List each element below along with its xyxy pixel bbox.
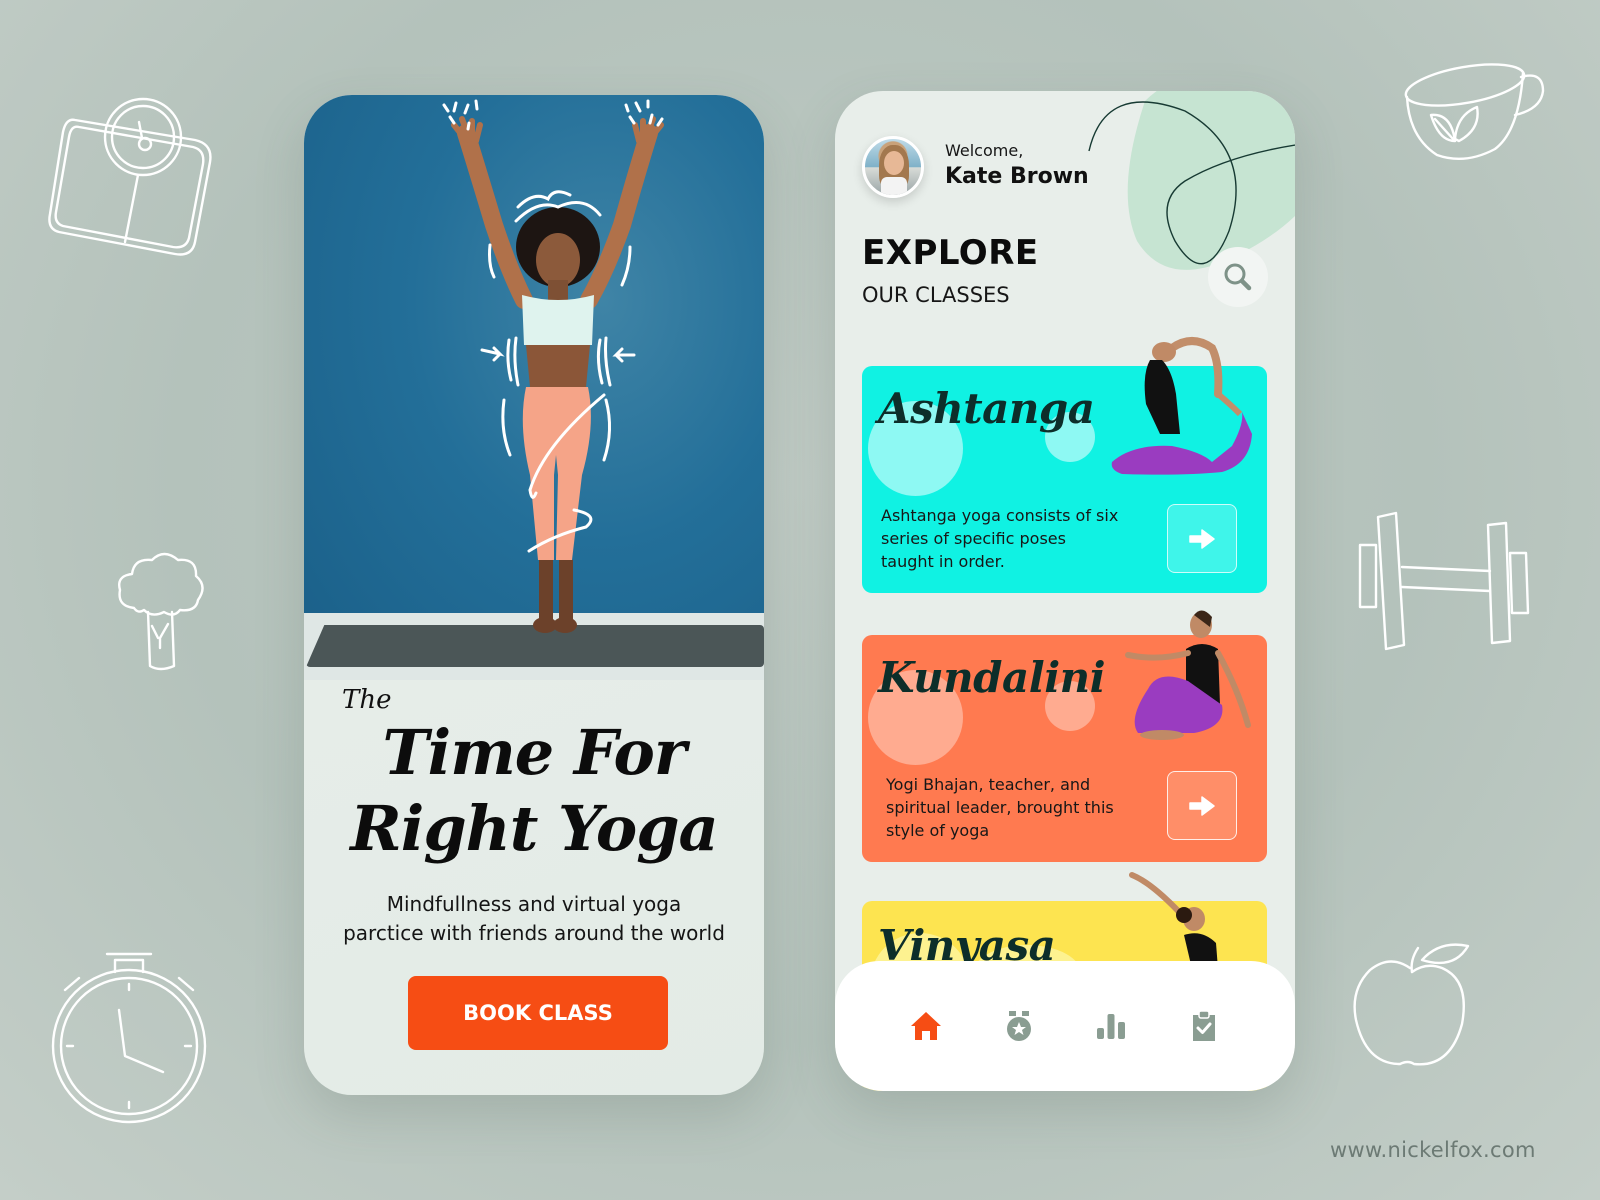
title-line-2: Right Yoga (350, 792, 718, 865)
dumbbell-icon (1350, 505, 1540, 653)
hero-photo (304, 95, 764, 680)
scale-icon (45, 92, 220, 257)
apple-icon (1350, 940, 1480, 1070)
nav-stats[interactable] (1091, 1006, 1131, 1046)
yoga-woman-illustration (442, 99, 664, 633)
search-icon (1224, 263, 1252, 291)
book-class-button[interactable]: BOOK CLASS (408, 976, 668, 1050)
broccoli-icon (112, 548, 207, 673)
page-title: EXPLORE (862, 233, 1039, 273)
tea-cup-icon (1395, 55, 1545, 165)
class-card-ashtanga[interactable]: Ashtanga Ashtanga yoga consists of six s… (862, 337, 1267, 593)
class-description: Ashtanga yoga consists of six series of … (881, 506, 1119, 571)
page-subtitle: OUR CLASSES (862, 283, 1010, 307)
medal-icon (1006, 1011, 1031, 1041)
tagline-line-1: Mindfullness and virtual yoga (386, 892, 682, 916)
class-description: Yogi Bhajan, teacher, and spiritual lead… (886, 775, 1114, 840)
open-class-button[interactable] (1167, 504, 1237, 573)
welcome-label: Welcome, (945, 141, 1024, 160)
title-line-1: Time For (382, 716, 687, 789)
home-icon (911, 1012, 942, 1040)
tagline-line-2: parctice with friends around the world (343, 921, 725, 945)
title-main: Time For Right Yoga (304, 715, 764, 867)
tagline: Mindfullness and virtual yoga parctice w… (304, 890, 764, 948)
bottom-nav (835, 961, 1295, 1091)
stopwatch-icon (45, 950, 213, 1125)
kundalini-pose-figure (1125, 610, 1251, 740)
user-name: Kate Brown (945, 164, 1089, 189)
explore-screen: Welcome, Kate Brown EXPLORE OUR CLASSES … (835, 91, 1295, 1091)
avatar[interactable] (862, 136, 924, 198)
nav-achievements[interactable] (999, 1006, 1039, 1046)
ashtanga-pose-figure (1111, 337, 1252, 475)
nav-tasks[interactable] (1184, 1006, 1224, 1046)
search-button[interactable] (1208, 247, 1268, 307)
vinyasa-pose-figure (1129, 872, 1218, 969)
open-class-button[interactable] (1167, 771, 1237, 840)
arrow-right-icon (1189, 528, 1215, 549)
nav-home[interactable] (906, 1006, 946, 1046)
title-prefix: The (342, 685, 392, 715)
class-card-kundalini[interactable]: Kundalini Yogi Bhajan, teacher, and spir… (862, 610, 1267, 862)
arrow-right-icon (1189, 795, 1215, 816)
class-title: Kundalini (878, 653, 1106, 702)
class-title: Ashtanga (878, 384, 1095, 433)
bar-chart-icon (1097, 1014, 1126, 1039)
onboarding-screen: The Time For Right Yoga Mindfullness and… (304, 95, 764, 1095)
clipboard-check-icon (1192, 1010, 1215, 1041)
watermark[interactable]: www.nickelfox.com (1330, 1138, 1536, 1162)
